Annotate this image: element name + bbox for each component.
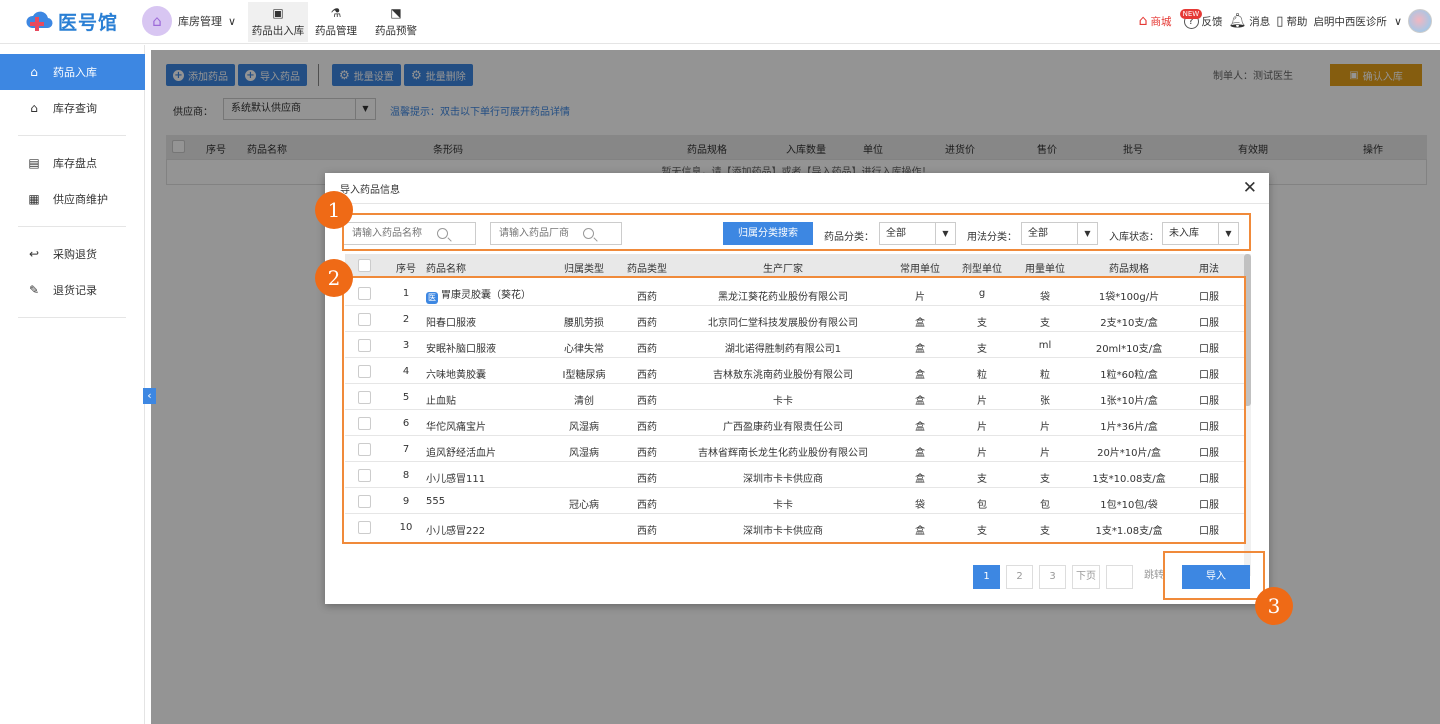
- sidebar-item-label: 药品入库: [53, 66, 97, 79]
- bell-icon: 🔔︎: [1228, 13, 1247, 29]
- nav-drug-manage[interactable]: ⚗ 药品管理: [306, 2, 366, 42]
- column-header: 生产厂家: [763, 264, 803, 275]
- column-header: 用法: [1199, 264, 1219, 275]
- sidebar-item-label: 库存查询: [53, 102, 97, 115]
- store-menu[interactable]: ⌂ 库房管理 ∨: [142, 5, 236, 37]
- feedback-label: 反馈: [1201, 15, 1223, 28]
- sidebar-item-label: 退货记录: [53, 284, 97, 297]
- nav-drug-inout[interactable]: ▣ 药品出入库: [248, 2, 308, 42]
- annotation-box-import: [1163, 551, 1265, 600]
- nav-drug-warning[interactable]: ⬔ 药品预警: [366, 2, 426, 42]
- warning-icon: ⬔: [390, 6, 402, 20]
- help-link[interactable]: ▯ 帮助: [1276, 14, 1307, 29]
- store-basket-icon: ⌂: [142, 6, 172, 36]
- column-header: 序号: [396, 264, 416, 275]
- page-1-button[interactable]: 1: [973, 565, 1000, 589]
- home-search-icon: ⌂: [30, 101, 38, 115]
- book-icon: ▯: [1276, 13, 1284, 29]
- avatar[interactable]: [1408, 9, 1432, 33]
- sidebar-collapse-toggle[interactable]: ‹: [143, 388, 156, 404]
- sidebar-item-stock-query[interactable]: ⌂ 库存查询: [0, 90, 145, 126]
- brand-name: 医号馆: [58, 11, 119, 34]
- close-icon[interactable]: ✕: [1243, 179, 1257, 197]
- sidebar-item-return-record[interactable]: ✎ 退货记录: [0, 272, 145, 308]
- nav-label: 药品预警: [375, 25, 417, 37]
- chevron-left-icon: ‹: [147, 389, 152, 402]
- column-header: 常用单位: [900, 264, 940, 275]
- header-tools: ⌂ 商城 NEW ? 反馈 🔔︎ 消息 ▯ 帮助 启明中西医诊所 ∨: [1139, 8, 1432, 34]
- clinic-name: 启明中西医诊所: [1313, 15, 1387, 28]
- chevron-down-icon: ∨: [228, 14, 237, 28]
- message-link[interactable]: 🔔︎ 消息: [1229, 13, 1271, 29]
- mall-link[interactable]: ⌂ 商城 NEW: [1138, 9, 1203, 29]
- column-header: 药品规格: [1109, 264, 1149, 275]
- flask-icon: ⚗: [330, 6, 342, 20]
- help-label: 帮助: [1286, 15, 1308, 28]
- column-header: 归属类型: [564, 264, 604, 275]
- cloud-cross-logo-icon: [24, 6, 54, 36]
- new-badge: NEW: [1179, 9, 1203, 19]
- sidebar-item-stocktake[interactable]: ▤ 库存盘点: [0, 145, 145, 181]
- inventory-icon: ▤: [28, 156, 40, 170]
- column-header: 用量单位: [1025, 264, 1065, 275]
- sidebar-item-purchase-return[interactable]: ↩ 采购退货: [0, 236, 145, 272]
- home-in-icon: ⌂: [30, 65, 38, 79]
- logo[interactable]: 医号馆: [24, 6, 118, 36]
- sidebar-item-label: 库存盘点: [53, 157, 97, 170]
- annotation-box-table: [342, 276, 1246, 544]
- sidebar-item-supplier[interactable]: ▦ 供应商维护: [0, 181, 145, 217]
- page-2-button[interactable]: 2: [1006, 565, 1033, 589]
- mall-label: 商城: [1150, 15, 1172, 28]
- return-icon: ↩: [28, 247, 40, 261]
- box-in-icon: ▣: [272, 6, 284, 20]
- store-menu-label: 库房管理: [178, 15, 222, 28]
- dialog-divider: [325, 203, 1269, 204]
- sidebar-divider: [18, 226, 126, 227]
- annotation-marker-1: 1: [315, 191, 353, 229]
- top-bar: 医号馆 ⌂ 库房管理 ∨ ▣ 药品出入库 ⚗ 药品管理 ⬔ 药品预警 ⌂ 商城 …: [0, 0, 1440, 44]
- nav-label: 药品出入库: [251, 25, 305, 37]
- sidebar-item-label: 供应商维护: [53, 193, 108, 206]
- dialog-title: 导入药品信息: [340, 185, 400, 196]
- shop-icon: ⌂: [1138, 13, 1148, 29]
- column-header: 药品名称: [426, 264, 466, 275]
- clinic-menu[interactable]: 启明中西医诊所 ∨: [1313, 14, 1402, 29]
- column-header: 剂型单位: [962, 264, 1002, 275]
- page-jump-input[interactable]: [1106, 565, 1133, 589]
- supplier-icon: ▦: [28, 192, 40, 206]
- annotation-box-search: [342, 213, 1251, 251]
- page-3-button[interactable]: 3: [1039, 565, 1066, 589]
- column-header: 药品类型: [627, 264, 667, 275]
- sidebar-item-label: 采购退货: [53, 248, 97, 261]
- nav-label: 药品管理: [315, 25, 357, 37]
- chevron-down-icon: ∨: [1393, 14, 1402, 28]
- annotation-marker-3: 3: [1255, 587, 1293, 625]
- select-all-checkbox[interactable]: [358, 259, 371, 272]
- sidebar-item-drug-in[interactable]: ⌂ 药品入库: [0, 54, 145, 90]
- sidebar-divider: [18, 135, 126, 136]
- message-label: 消息: [1249, 15, 1271, 28]
- sidebar-divider: [18, 317, 126, 318]
- sidebar: ⌂ 药品入库 ⌂ 库存查询 ▤ 库存盘点 ▦ 供应商维护 ↩ 采购退货 ✎ 退货…: [0, 45, 145, 724]
- record-icon: ✎: [28, 283, 40, 297]
- drug-table-header: 序号 药品名称 归属类型 药品类型 生产厂家 常用单位 剂型单位 用量单位 药品…: [345, 254, 1244, 278]
- annotation-marker-2: 2: [315, 259, 353, 297]
- next-page-button[interactable]: 下页: [1072, 565, 1100, 589]
